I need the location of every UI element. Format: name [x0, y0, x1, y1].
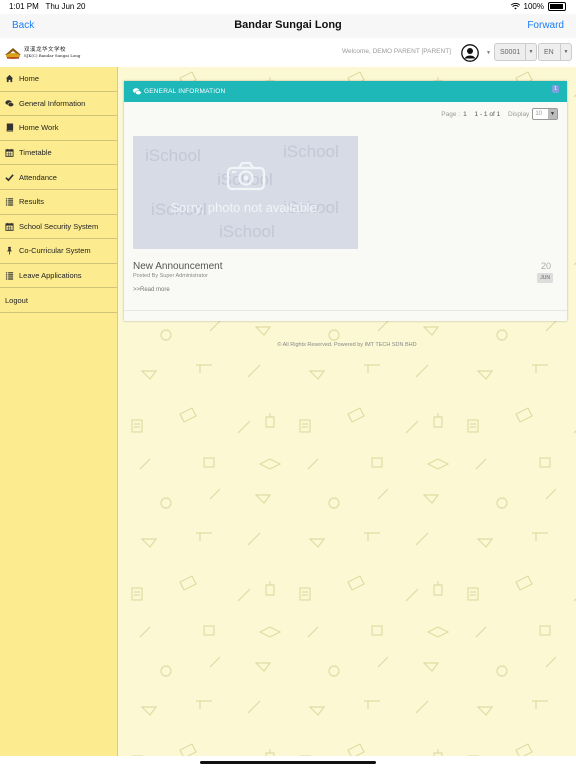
display-count-value: 10	[535, 111, 542, 117]
status-right: 100%	[510, 2, 566, 11]
pagination: Page : 1 1 - 1 of 1 Display 10 ▼	[441, 108, 558, 120]
home-icon	[5, 75, 14, 83]
sidebar-item-label: Attendance	[19, 172, 57, 182]
book-icon	[6, 123, 14, 133]
sidebar-item-logout[interactable]: Logout	[0, 288, 117, 313]
language-select[interactable]: EN ▼	[538, 43, 572, 61]
announcement-author: Posted By Super Administrator	[133, 273, 208, 279]
logo-text-english: SJK(C) Bandar Sungai Long	[24, 53, 81, 58]
display-count-select[interactable]: 10 ▼	[532, 108, 558, 120]
page-label: Page :	[441, 110, 461, 118]
sidebar-item-timetable[interactable]: Timetable	[0, 141, 117, 166]
forward-button[interactable]: Forward	[527, 20, 564, 31]
watermark: iSchool	[283, 142, 339, 161]
sidebar-item-label: Co-Curricular System	[19, 246, 91, 256]
browser-navbar: Back Bandar Sungai Long Forward	[0, 14, 576, 38]
sidebar-item-leave-applications[interactable]: Leave Applications	[0, 264, 117, 289]
chevron-down-icon: ▼	[548, 109, 557, 119]
panel-header: GENERAL INFORMATION 1	[124, 81, 567, 102]
calendar-icon	[5, 222, 14, 231]
user-menu-caret-icon[interactable]: ▼	[486, 50, 491, 56]
read-more-link[interactable]: >>Read more	[133, 287, 170, 293]
chevron-down-icon: ▼	[525, 44, 536, 60]
status-bar: 1:01 PM Thu Jun 20 100%	[0, 0, 576, 14]
sidebar-item-label: Results	[19, 197, 45, 207]
chevron-down-icon: ▼	[560, 44, 571, 60]
announcement-month: JUN	[537, 273, 553, 283]
battery-icon	[548, 2, 566, 11]
battery-percent: 100%	[523, 2, 544, 11]
sidebar-item-results[interactable]: Results	[0, 190, 117, 215]
display-label: Display	[508, 110, 530, 118]
sidebar-item-general-information[interactable]: General Information	[0, 92, 117, 117]
watermark: iSchool	[145, 146, 201, 165]
comments-icon	[132, 88, 142, 96]
announcement-title[interactable]: New Announcement	[133, 261, 223, 272]
sidebar-item-label: Timetable	[19, 148, 52, 158]
sidebar-item-label: Leave Applications	[19, 271, 82, 281]
home-indicator[interactable]	[200, 761, 376, 764]
current-page[interactable]: 1	[463, 111, 467, 118]
sidebar-item-co-curricular-system[interactable]: Co-Curricular System	[0, 239, 117, 264]
calendar-icon	[5, 148, 14, 157]
list-icon	[5, 272, 14, 280]
sidebar-item-label: Home Work	[19, 123, 59, 133]
main-content: GENERAL INFORMATION 1 Page : 1 1 - 1 of …	[118, 67, 576, 756]
photo-unavailable-message: Sorry, photo not available.	[170, 200, 321, 215]
school-logo[interactable]: 双溪龙华文学校 SJK(C) Bandar Sungai Long	[4, 43, 94, 63]
sidebar-item-label: Logout	[5, 295, 28, 305]
sidebar-item-label: Home	[19, 74, 40, 84]
welcome-text: Welcome, DEMO PARENT [PARENT]	[342, 48, 451, 55]
announcement-photo-placeholder[interactable]: iSchool iSchool iSchool iSchool iSchool …	[133, 136, 358, 249]
camera-icon	[226, 161, 266, 191]
footer-copyright: © All Rights Reserved. Powered by IMT TE…	[277, 342, 417, 348]
site-header: 双溪龙华文学校 SJK(C) Bandar Sungai Long Welcom…	[0, 38, 576, 68]
wifi-icon	[510, 3, 520, 10]
watermark: iSchool	[219, 222, 275, 241]
comments-icon	[5, 100, 14, 107]
sidebar-item-attendance[interactable]: Attendance	[0, 165, 117, 190]
list-icon	[5, 198, 14, 206]
panel-title: GENERAL INFORMATION	[144, 88, 226, 95]
page-range: 1 - 1 of 1	[474, 110, 501, 118]
student-select[interactable]: S0001 ▼	[494, 43, 537, 61]
page-title: Bandar Sungai Long	[234, 19, 342, 31]
sidebar-item-home[interactable]: Home	[0, 67, 117, 92]
count-badge: 1	[551, 85, 559, 93]
sidebar: Home General Information Home Work Timet…	[0, 67, 118, 756]
user-avatar-icon[interactable]	[461, 44, 479, 62]
language-select-value: EN	[544, 49, 554, 56]
sidebar-item-home-work[interactable]: Home Work	[0, 116, 117, 141]
announcement-day: 20	[540, 261, 551, 271]
check-icon	[5, 173, 14, 182]
sidebar-item-school-security-system[interactable]: School Security System	[0, 215, 117, 240]
general-information-panel: GENERAL INFORMATION 1 Page : 1 1 - 1 of …	[124, 81, 567, 321]
pin-icon	[6, 247, 13, 256]
school-emblem-icon	[5, 48, 21, 59]
panel-divider	[124, 310, 567, 311]
sidebar-item-label: School Security System	[19, 221, 99, 231]
student-select-value: S0001	[500, 49, 521, 56]
sidebar-item-label: General Information	[19, 98, 86, 108]
status-time: 1:01 PM Thu Jun 20	[9, 2, 86, 11]
